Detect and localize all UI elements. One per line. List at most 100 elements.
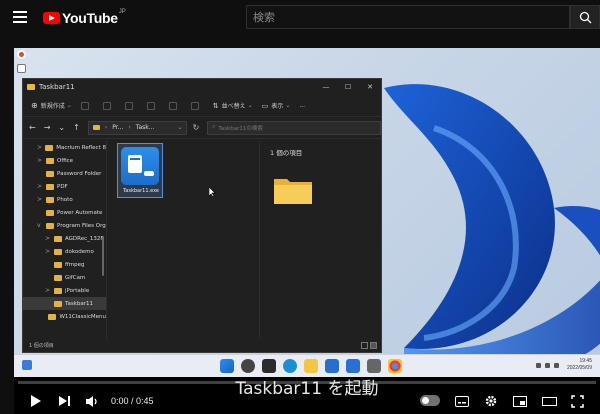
settings-button[interactable] bbox=[481, 391, 501, 411]
start-icon[interactable] bbox=[220, 359, 234, 373]
breadcrumb-item[interactable]: Task... bbox=[136, 124, 155, 131]
folder-icon bbox=[46, 209, 54, 216]
gear-icon bbox=[485, 395, 497, 407]
video-player[interactable]: Taskbar11 — ☐ ✕ ⊕ 新規作成 ⌄ ⇅ 並べ替え ⌄ ▭ 表示 ⌄… bbox=[14, 48, 600, 414]
widgets-icon[interactable] bbox=[22, 360, 32, 370]
chevron-up-icon[interactable] bbox=[535, 362, 541, 368]
view-button[interactable]: ▭ 表示 ⌄ bbox=[262, 101, 291, 111]
plus-icon: ⊕ bbox=[31, 101, 38, 110]
file-item[interactable]: Taskbar11.exe bbox=[117, 143, 163, 198]
nav-item[interactable]: > PDF bbox=[23, 180, 106, 193]
menu-icon[interactable] bbox=[13, 11, 27, 23]
recent-chevron-icon[interactable]: ⌄ bbox=[58, 123, 65, 132]
progress-bar[interactable] bbox=[18, 381, 596, 384]
delete-icon[interactable] bbox=[190, 101, 199, 110]
breadcrumb-item[interactable]: Pr... bbox=[112, 124, 123, 131]
volume-icon[interactable] bbox=[553, 362, 559, 368]
nav-item[interactable]: > Office bbox=[23, 154, 106, 167]
explorer-body: > Macrium Reflect 8 > Office Password Fold… bbox=[23, 141, 381, 339]
search-input[interactable] bbox=[247, 6, 569, 28]
more-options-button[interactable]: ... bbox=[299, 102, 305, 109]
nav-item-selected[interactable]: Taskbar11 bbox=[23, 297, 106, 310]
next-button[interactable] bbox=[54, 391, 74, 411]
nav-item[interactable]: > jPortable bbox=[23, 284, 106, 297]
new-button-label: 新規作成 bbox=[40, 103, 65, 110]
theater-mode-button[interactable] bbox=[539, 391, 559, 411]
shortcut-app-icon[interactable] bbox=[17, 64, 26, 73]
subtitles-button[interactable] bbox=[452, 391, 472, 411]
up-arrow-icon[interactable]: ↑ bbox=[73, 123, 80, 132]
item-count: 1 個の項目 bbox=[270, 149, 303, 157]
nav-item[interactable]: ffmpeg bbox=[23, 258, 106, 271]
view-button-label: 表示 bbox=[271, 103, 284, 110]
search-box bbox=[246, 5, 570, 29]
miniplayer-icon bbox=[513, 395, 527, 407]
nav-item[interactable]: > Macrium Reflect 8 bbox=[23, 141, 106, 154]
new-button[interactable]: ⊕ 新規作成 ⌄ bbox=[31, 101, 72, 110]
browser-app-icon[interactable] bbox=[17, 50, 26, 59]
status-text: 1 個の項目 bbox=[29, 343, 54, 349]
maximize-button[interactable]: ☐ bbox=[337, 79, 359, 95]
folder-icon bbox=[54, 274, 62, 281]
address-box[interactable]: › Pr... › Task... ⌄ bbox=[87, 120, 187, 135]
taskbar-clock[interactable]: 19:45 2022/05/09 bbox=[567, 358, 592, 372]
details-view-icon[interactable] bbox=[361, 342, 368, 349]
mail-icon[interactable] bbox=[346, 359, 360, 373]
play-button[interactable] bbox=[26, 391, 46, 411]
youtube-logo[interactable]: YouTube JP bbox=[43, 9, 126, 26]
window-titlebar: Taskbar11 — ☐ ✕ bbox=[23, 79, 381, 95]
nav-item[interactable]: > dokodemo bbox=[23, 245, 106, 258]
app-icon[interactable] bbox=[367, 359, 381, 373]
network-icon[interactable] bbox=[544, 362, 550, 368]
nav-item[interactable]: > AGDRec_132F bbox=[23, 232, 106, 245]
file-explorer-icon[interactable] bbox=[304, 359, 318, 373]
folder-icon bbox=[54, 248, 62, 255]
folder-icon bbox=[54, 287, 62, 294]
edge-icon[interactable] bbox=[283, 359, 297, 373]
tiles-view-icon[interactable] bbox=[370, 342, 377, 349]
rename-icon[interactable] bbox=[146, 101, 155, 110]
preview-pane: 1 個の項目 bbox=[259, 141, 381, 339]
task-view-icon[interactable] bbox=[262, 359, 276, 373]
folder-icon bbox=[92, 125, 100, 130]
play-icon bbox=[31, 395, 41, 407]
minimize-button[interactable]: — bbox=[315, 79, 337, 95]
back-arrow-icon[interactable]: ← bbox=[29, 123, 36, 132]
close-button[interactable]: ✕ bbox=[359, 79, 381, 95]
mute-button[interactable] bbox=[82, 391, 102, 411]
taskbar-apps bbox=[220, 359, 409, 373]
share-icon[interactable] bbox=[168, 101, 177, 110]
nav-item[interactable]: Password Folder bbox=[23, 167, 106, 180]
sort-button-label: 並べ替え bbox=[221, 103, 246, 110]
folder-icon bbox=[54, 235, 62, 242]
nav-item[interactable]: GifCam bbox=[23, 271, 106, 284]
file-list-pane: Taskbar11.exe bbox=[108, 141, 258, 339]
folder-icon bbox=[46, 222, 54, 229]
nav-scrollbar[interactable] bbox=[102, 236, 104, 276]
search-icon[interactable] bbox=[241, 359, 255, 373]
search-icon: ⌕ bbox=[212, 124, 216, 130]
store-icon[interactable] bbox=[325, 359, 339, 373]
sort-button[interactable]: ⇅ 並べ替え ⌄ bbox=[213, 101, 253, 111]
file-explorer-window: Taskbar11 — ☐ ✕ ⊕ 新規作成 ⌄ ⇅ 並べ替え ⌄ ▭ 表示 ⌄… bbox=[22, 78, 382, 353]
windows-desktop: Taskbar11 — ☐ ✕ ⊕ 新規作成 ⌄ ⇅ 並べ替え ⌄ ▭ 表示 ⌄… bbox=[14, 48, 600, 354]
nav-item[interactable]: > Photo bbox=[23, 193, 106, 206]
search-button[interactable] bbox=[570, 5, 600, 29]
theater-icon bbox=[541, 396, 557, 406]
volume-icon bbox=[86, 395, 97, 407]
nav-item[interactable]: v Program Files Org bbox=[23, 219, 106, 232]
miniplayer-button[interactable] bbox=[510, 391, 530, 411]
nav-item[interactable]: W11ClassicMenu bbox=[23, 310, 106, 323]
nav-item[interactable]: Power Automate bbox=[23, 206, 106, 219]
forward-arrow-icon[interactable]: → bbox=[44, 123, 51, 132]
refresh-icon[interactable]: ↻ bbox=[193, 123, 200, 132]
folder-icon bbox=[54, 261, 62, 268]
copy-icon[interactable] bbox=[102, 101, 111, 110]
chrome-icon[interactable] bbox=[388, 359, 402, 373]
explorer-search-input[interactable]: ⌕ Taskbar11の検索 bbox=[207, 120, 381, 135]
folder-icon bbox=[27, 84, 35, 90]
fullscreen-button[interactable] bbox=[567, 391, 587, 411]
cut-icon[interactable] bbox=[80, 101, 89, 110]
autoplay-toggle[interactable] bbox=[420, 395, 440, 406]
paste-icon[interactable] bbox=[124, 101, 133, 110]
